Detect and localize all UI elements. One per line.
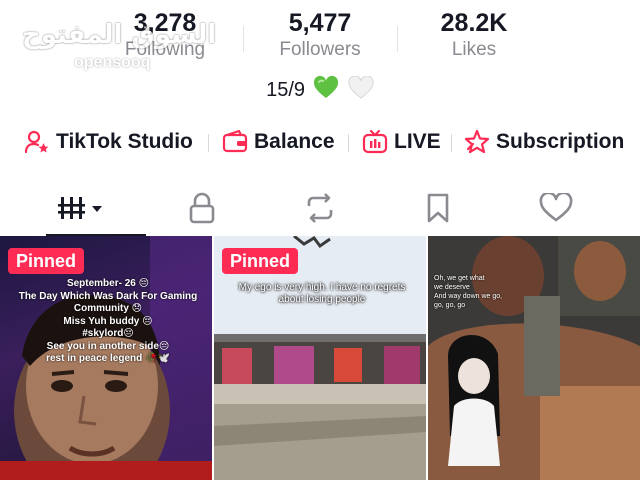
caption-line: go, go, go [434,302,466,309]
tab-private[interactable] [143,180,261,236]
caption-line: #skylord😔 [82,328,134,339]
creator-shortcuts: TikTok Studio Balance LIVE Subscription [0,124,640,160]
live-tv-icon [362,129,388,154]
caption-line: Community 😞 [73,303,143,314]
watermark-arabic: السوق المفتوح [22,20,217,50]
caption-line: Miss Yuh buddy 😔 [63,315,153,327]
shortcut-divider [348,134,349,152]
likes-label: Likes [451,39,497,60]
heart-outline-icon [539,193,573,222]
video-thumbnail[interactable]: Pinned September- 26 😔 The Day Which Was… [0,236,212,480]
caption-line: Oh, we get what [434,275,485,282]
bio: 15/9 [0,75,640,105]
video-thumbnail[interactable]: Oh, we get what we deserve And way down … [428,236,640,480]
pinned-badge: Pinned [222,248,299,274]
caption-line: September- 26 😔 [66,278,150,289]
tab-liked[interactable] [497,180,615,236]
followers-count: 5,477 [288,9,352,37]
live-button[interactable]: LIVE [362,124,441,160]
caption-line: My ego is very high. I have no regrets [238,282,406,293]
subscription-label: Subscription [496,130,625,153]
subscription-star-icon [464,129,490,154]
tab-reposts[interactable] [261,180,379,236]
balance-label: Balance [254,130,335,153]
followers-label: Followers [279,39,361,60]
tiktok-studio-label: TikTok Studio [56,130,193,153]
studio-person-star-icon [24,130,49,154]
green-heart-icon [313,75,339,105]
caption-line: we deserve [434,284,470,291]
bookmark-icon [427,193,449,223]
lock-icon [189,192,215,224]
tiktok-studio-button[interactable]: TikTok Studio [24,124,193,160]
tab-favorites[interactable] [379,180,497,236]
caption-line: about losing people [278,294,366,305]
opensooq-watermark: السوق المفتوح opensooq [22,16,216,80]
video-caption: My ego is very high. I have no regrets a… [232,282,412,306]
video-grid: Pinned September- 26 😔 The Day Which Was… [0,236,640,480]
bio-date: 15/9 [266,79,306,101]
video-caption: Oh, we get what we deserve And way down … [434,274,518,310]
followers-stat[interactable]: 5,477 Followers [240,8,400,62]
watermark-latin: opensooq [74,54,151,71]
likes-count: 28.2K [440,9,508,37]
videos-grid-icon [58,197,102,219]
caption-line: And way down we go, [434,293,503,300]
subscription-button[interactable]: Subscription [464,124,624,160]
tab-videos[interactable] [24,180,146,236]
profile-tabs [0,180,640,236]
video-caption: September- 26 😔 The Day Which Was Dark F… [10,278,206,366]
repost-icon [307,193,333,223]
caption-line: The Day Which Was Dark For Gaming [18,290,198,302]
pinned-badge: Pinned [8,248,85,274]
wallet-icon [222,129,248,153]
video-thumbnail[interactable]: Pinned My ego is very high. I have no re… [214,236,426,480]
caption-line: See you in another side😔 [46,340,170,352]
video-thumbnail-image [428,236,640,480]
balance-button[interactable]: Balance [222,124,335,160]
shortcut-divider [451,134,452,152]
caption-line: rest in peace legend 🥀🕊️ [46,353,170,364]
live-label: LIVE [394,130,441,153]
likes-stat[interactable]: 28.2K Likes [394,8,554,62]
white-heart-icon [348,75,374,105]
shortcut-divider [208,134,209,152]
